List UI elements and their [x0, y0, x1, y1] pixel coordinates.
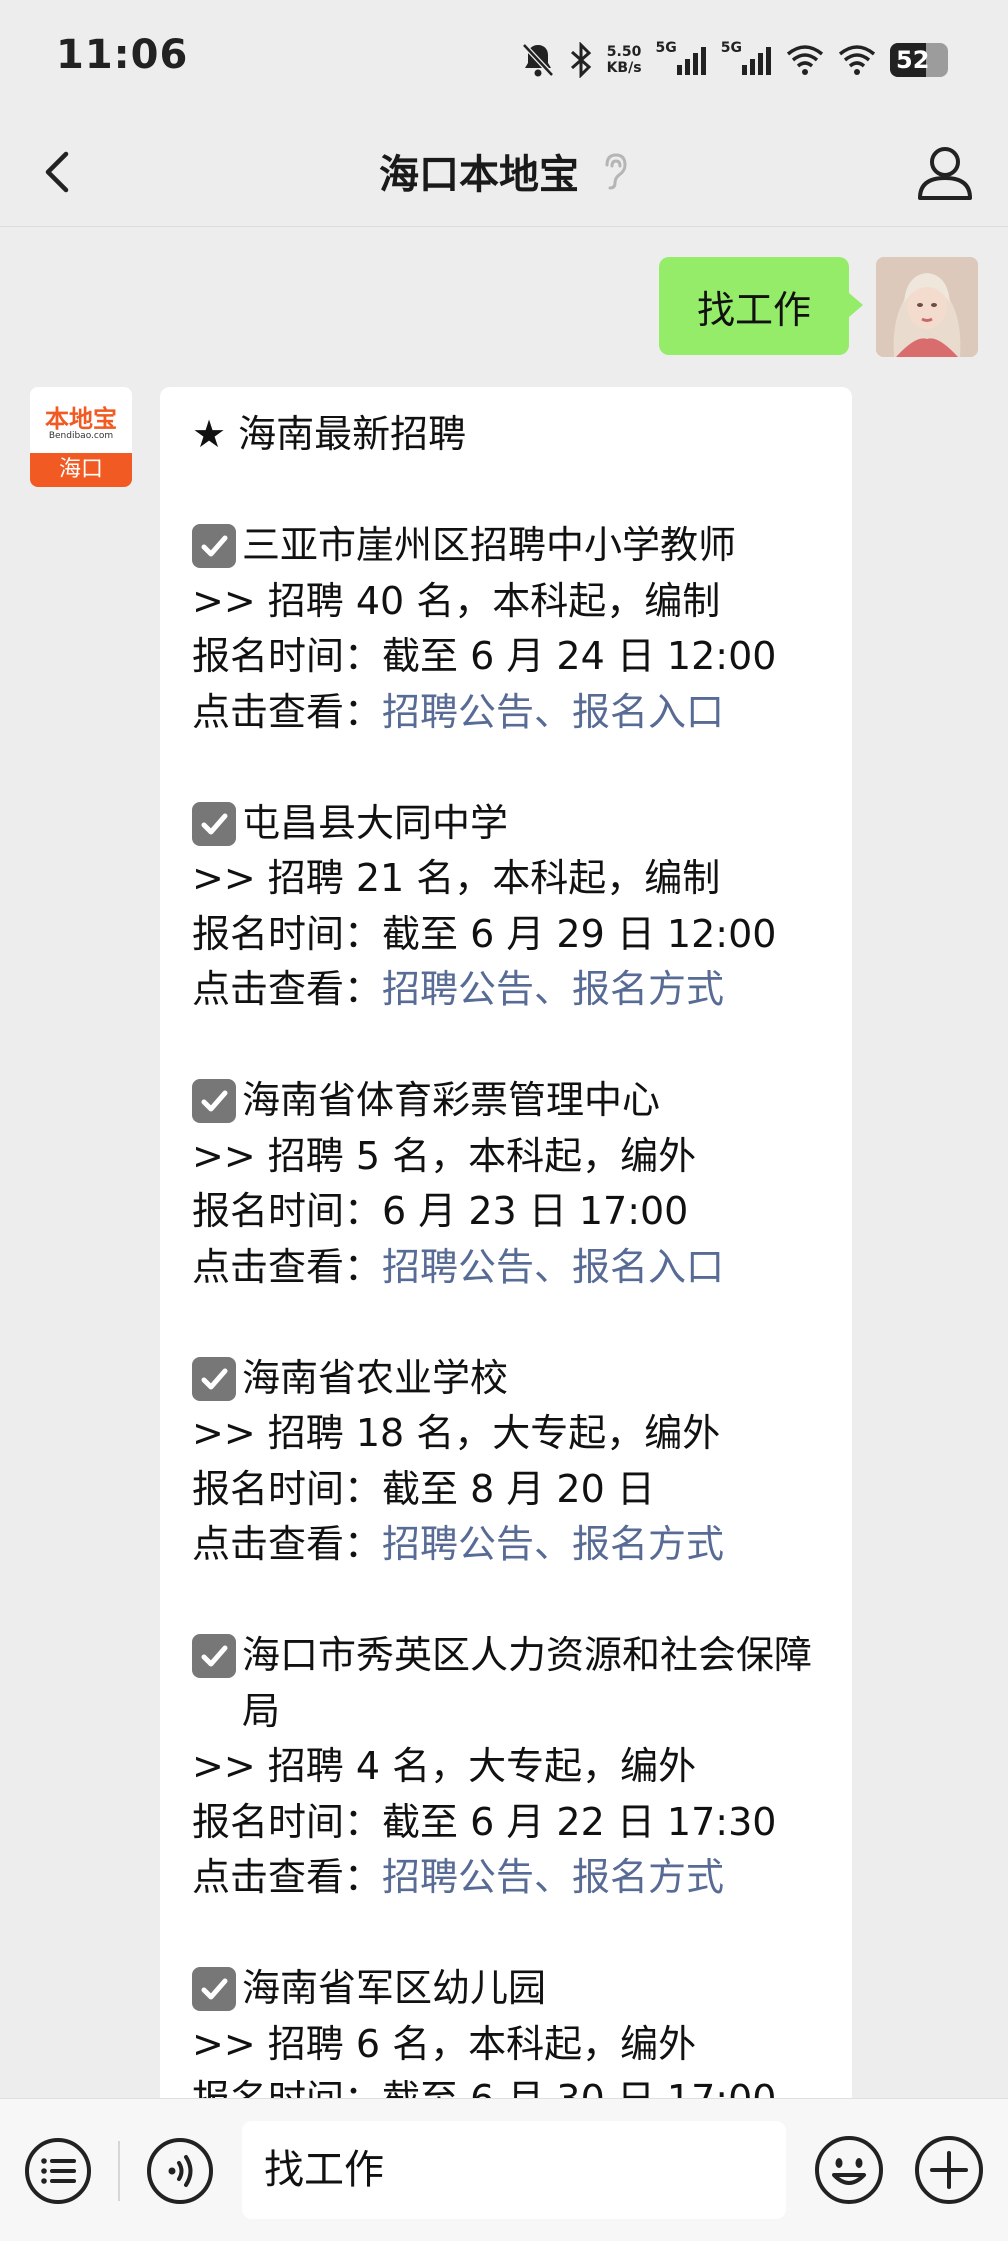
network-speed-value: 5.50 — [606, 44, 642, 60]
signal-label: 5G — [655, 40, 677, 56]
job-item: 海南省农业学校 >> 招聘 18 名，大专起，编外 报名时间：截至 8 月 20… — [192, 1351, 832, 1573]
job-link[interactable]: 招聘公告、报名入口 — [382, 1245, 724, 1289]
job-time: 报名时间：截至 6 月 22 日 17:30 — [192, 1799, 777, 1844]
job-links-row: 点击查看：招聘公告、报名方式 — [192, 962, 832, 1018]
profile-button[interactable] — [912, 140, 978, 206]
job-detail: >> 招聘 5 名，本科起，编外 — [192, 1133, 697, 1178]
person-icon — [918, 147, 972, 200]
plus-button[interactable] — [912, 2133, 986, 2207]
job-title: 海南省体育彩票管理中心 — [192, 1073, 832, 1129]
network-speed-unit: KB/s — [606, 60, 642, 76]
bottom-input-bar: 找工作 — [0, 2098, 1008, 2241]
job-link[interactable]: 招聘公告、报名入口 — [382, 690, 724, 734]
job-detail: >> 招聘 6 名，本科起，编外 — [192, 2021, 697, 2066]
nav-bar: 海口本地宝 — [0, 120, 1008, 227]
job-link[interactable]: 招聘公告、报名方式 — [382, 1522, 724, 1566]
menu-list-icon — [25, 2138, 91, 2204]
wifi-icon — [838, 44, 876, 76]
incoming-message-bubble: ★ 海南最新招聘 三亚市崖州区招聘中小学教师 >> 招聘 40 名，本科起，编制… — [160, 387, 852, 2240]
job-detail: >> 招聘 21 名，本科起，编制 — [192, 856, 721, 900]
view-prefix: 点击查看： — [192, 1244, 383, 1289]
job-item: 三亚市崖州区招聘中小学教师 >> 招聘 40 名，本科起，编制 报名时间：截至 … — [192, 518, 832, 740]
bluetooth-icon — [569, 42, 593, 78]
job-name: 海南省军区幼儿园 — [242, 1966, 547, 2010]
status-bar: 11:06 5.50 KB/s 5G 5G 52 — [0, 0, 1008, 120]
avatar-logo-text: 本地宝 — [45, 405, 117, 433]
signal-icon: 5G — [721, 40, 772, 75]
checkbox-icon — [192, 1967, 236, 2011]
network-speed: 5.50 KB/s — [607, 44, 642, 76]
job-title: 海南省军区幼儿园 — [192, 1961, 832, 2017]
status-icons: 5.50 KB/s 5G 5G 52 — [521, 36, 948, 84]
job-title: 三亚市崖州区招聘中小学教师 — [192, 518, 832, 574]
checkbox-icon — [192, 524, 236, 568]
emoji-icon — [815, 2136, 883, 2204]
battery-level: 52 — [896, 46, 930, 74]
message-title: ★ 海南最新招聘 — [192, 412, 467, 456]
job-links-row: 点击查看：招聘公告、报名方式 — [192, 1850, 832, 1906]
message-content: ★ 海南最新招聘 三亚市崖州区招聘中小学教师 >> 招聘 40 名，本科起，编制… — [192, 407, 832, 2128]
view-prefix: 点击查看： — [192, 967, 383, 1011]
avatar-logo-sub: Bendibao.com — [48, 431, 114, 441]
job-name: 海口市秀英区人力资源和社会保障局 — [242, 1633, 813, 1733]
status-time: 11:06 — [56, 32, 189, 78]
divider — [118, 2141, 120, 2201]
job-name: 海南省农业学校 — [242, 1355, 509, 1400]
job-item: 海南省体育彩票管理中心 >> 招聘 5 名，本科起，编外 报名时间：6 月 23… — [192, 1073, 832, 1295]
outgoing-message-bubble[interactable]: 找工作 — [659, 257, 863, 355]
job-detail: >> 招聘 4 名，大专起，编外 — [192, 1744, 697, 1788]
job-time: 报名时间：截至 8 月 20 日 — [192, 1466, 655, 1511]
page-title: 海口本地宝 — [379, 152, 579, 198]
job-link[interactable]: 招聘公告、报名方式 — [382, 967, 724, 1011]
battery-icon: 52 — [890, 43, 948, 77]
job-links-row: 点击查看：招聘公告、报名方式 — [192, 1517, 832, 1573]
message-input[interactable]: 找工作 — [242, 2121, 786, 2219]
bot-avatar[interactable]: 本地宝 Bendibao.com 海口 — [30, 387, 132, 487]
ear-icon — [605, 153, 627, 190]
checkbox-icon — [192, 801, 236, 846]
job-time: 报名时间：截至 6 月 29 日 12:00 — [192, 911, 777, 956]
signal-icon: 5G — [656, 40, 707, 75]
view-prefix: 点击查看： — [192, 689, 383, 734]
job-title: 海口市秀英区人力资源和社会保障局 — [192, 1628, 832, 1739]
page-title-wrap: 海口本地宝 — [0, 142, 1008, 200]
job-name: 屯昌县大同中学 — [242, 800, 509, 845]
menu-button[interactable] — [22, 2135, 94, 2207]
view-prefix: 点击查看： — [192, 1522, 383, 1566]
voice-icon — [147, 2138, 213, 2204]
job-item: 海口市秀英区人力资源和社会保障局 >> 招聘 4 名，大专起，编外 报名时间：截… — [192, 1628, 832, 1906]
checkbox-icon — [192, 1634, 236, 1678]
voice-button[interactable] — [144, 2135, 216, 2207]
checkbox-icon — [192, 1079, 236, 1123]
view-prefix: 点击查看： — [192, 1855, 383, 1899]
job-time: 报名时间：6 月 23 日 17:00 — [192, 1189, 689, 1233]
job-time: 报名时间：截至 6 月 24 日 12:00 — [192, 634, 777, 678]
wifi-icon — [786, 44, 824, 76]
job-link[interactable]: 招聘公告、报名方式 — [382, 1855, 724, 1899]
checkbox-icon — [192, 1356, 236, 1401]
user-avatar[interactable] — [876, 257, 978, 357]
job-links-row: 点击查看：招聘公告、报名入口 — [192, 685, 832, 741]
mute-bell-icon — [521, 42, 555, 78]
job-title: 屯昌县大同中学 — [192, 796, 832, 852]
job-name: 三亚市崖州区招聘中小学教师 — [242, 523, 737, 567]
plus-icon — [915, 2136, 983, 2204]
job-detail: >> 招聘 18 名，大专起，编外 — [192, 1411, 721, 1455]
job-title: 海南省农业学校 — [192, 1351, 832, 1407]
job-item: 屯昌县大同中学 >> 招聘 21 名，本科起，编制 报名时间：截至 6 月 29… — [192, 796, 832, 1018]
job-detail: >> 招聘 40 名，本科起，编制 — [192, 578, 721, 623]
signal-label: 5G — [720, 40, 742, 56]
job-name: 海南省体育彩票管理中心 — [242, 1078, 661, 1122]
avatar-city-label: 海口 — [30, 453, 132, 487]
job-links-row: 点击查看：招聘公告、报名入口 — [192, 1240, 832, 1296]
emoji-button[interactable] — [812, 2133, 886, 2207]
